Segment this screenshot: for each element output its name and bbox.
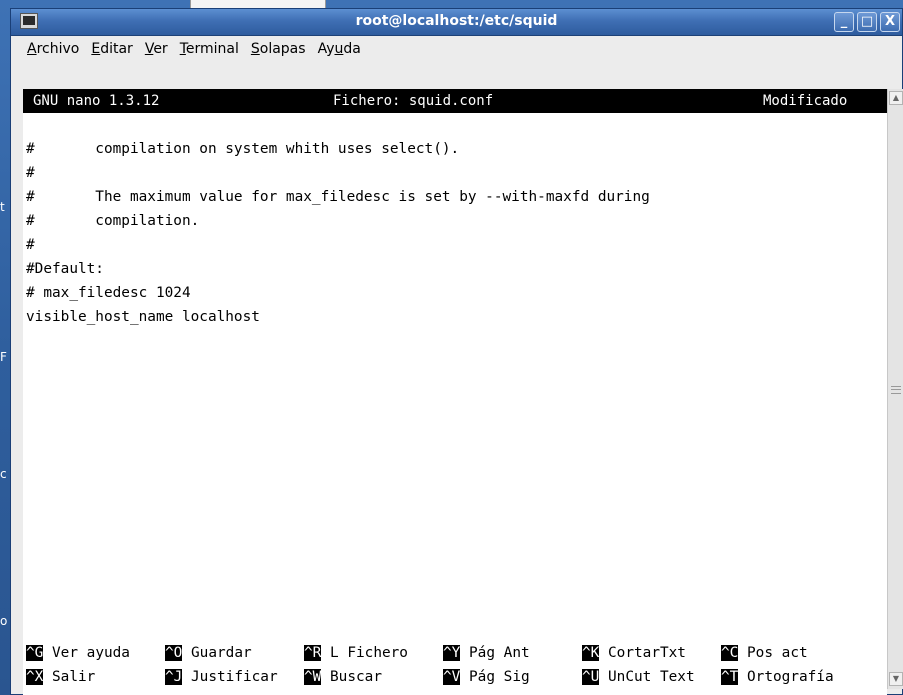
shortcut-justify[interactable]: ^J Justificar	[165, 665, 278, 689]
editor-line: # compilation.	[26, 213, 200, 229]
desktop-icon-label: o	[0, 614, 8, 628]
editor-text[interactable]: # compilation on system whith uses selec…	[26, 113, 886, 329]
menu-archivo[interactable]: Archivo	[27, 41, 79, 57]
nano-shortcut-bar: ^G Ver ayuda ^O Guardar ^R L Fichero ^Y …	[26, 641, 886, 689]
editor-line: # The maximum value for max_filedesc is …	[26, 189, 650, 205]
shortcut-row: ^G Ver ayuda ^O Guardar ^R L Fichero ^Y …	[26, 641, 886, 665]
close-button[interactable]: X	[880, 12, 900, 32]
title-bar[interactable]: root@localhost:/etc/squid _ □ X	[11, 9, 902, 36]
shortcut-next-page[interactable]: ^V Pág Sig	[443, 665, 530, 689]
editor-line: # compilation on system whith uses selec…	[26, 141, 460, 157]
shortcut-save[interactable]: ^O Guardar	[165, 641, 252, 665]
menu-terminal[interactable]: Terminal	[180, 41, 239, 57]
shortcut-help[interactable]: ^G Ver ayuda	[26, 641, 130, 665]
menu-editar[interactable]: Editar	[91, 41, 132, 57]
scroll-down-arrow-icon[interactable]: ▼	[889, 672, 903, 686]
shortcut-cur-pos[interactable]: ^C Pos act	[721, 641, 808, 665]
editor-line: #	[26, 165, 35, 181]
desktop-icon-label: c	[0, 467, 7, 481]
menu-ayuda[interactable]: Ayuda	[318, 41, 361, 57]
editor-line: # max_filedesc 1024	[26, 285, 191, 301]
shortcut-uncut-text[interactable]: ^U UnCut Text	[582, 665, 695, 689]
scroll-up-arrow-icon[interactable]: ▲	[889, 91, 903, 105]
shortcut-prev-page[interactable]: ^Y Pág Ant	[443, 641, 530, 665]
nano-file-name: Fichero: squid.conf	[333, 93, 494, 109]
editor-line: #	[26, 237, 35, 253]
nano-header-bar: GNU nano 1.3.12 Fichero: squid.conf Modi…	[23, 89, 887, 113]
menu-bar: Archivo Editar Ver Terminal Solapas Ayud…	[11, 36, 902, 62]
shortcut-exit[interactable]: ^X Salir	[26, 665, 95, 689]
window-controls: _ □ X	[834, 12, 900, 32]
desktop-icon-label: t	[0, 200, 5, 214]
shortcut-row: ^X Salir ^J Justificar ^W Buscar ^V Pág …	[26, 665, 886, 689]
scroll-grip-icon[interactable]	[891, 386, 901, 394]
nano-modified-status: Modificado	[763, 93, 848, 109]
shortcut-cut-text[interactable]: ^K CortarTxt	[582, 641, 686, 665]
vertical-scrollbar[interactable]: ▲ ▼	[887, 89, 903, 689]
nano-version: GNU nano 1.3.12	[33, 93, 160, 109]
editor-line: visible_host_name localhost	[26, 309, 260, 325]
shortcut-spell-check[interactable]: ^T Ortografía	[721, 665, 834, 689]
menu-ver[interactable]: Ver	[145, 41, 168, 57]
maximize-button[interactable]: □	[857, 12, 877, 32]
editor-line: #Default:	[26, 261, 104, 277]
desktop-icon-label: F	[0, 350, 7, 364]
menu-solapas[interactable]: Solapas	[251, 41, 306, 57]
minimize-button[interactable]: _	[834, 12, 854, 32]
shortcut-where-is[interactable]: ^W Buscar	[304, 665, 382, 689]
window-title: root@localhost:/etc/squid	[355, 13, 558, 29]
shortcut-read-file[interactable]: ^R L Fichero	[304, 641, 408, 665]
